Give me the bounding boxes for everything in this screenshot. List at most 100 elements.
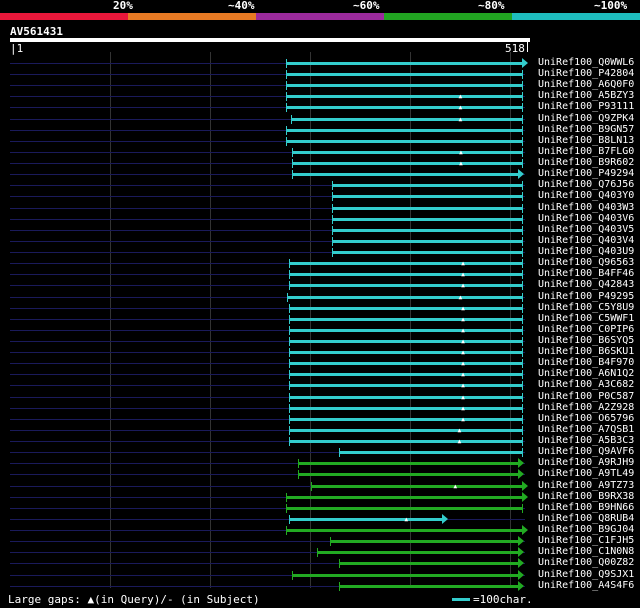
- uniref-id-link[interactable]: UniRef100_B4FF46: [538, 268, 634, 279]
- uniref-id-link[interactable]: UniRef100_O65796: [538, 413, 634, 424]
- uniref-id-link[interactable]: UniRef100_Q8RUB4: [538, 513, 634, 524]
- uniref-id-link[interactable]: UniRef100_B9R602: [538, 157, 634, 168]
- uniref-id-link[interactable]: UniRef100_C1FJH5: [538, 535, 634, 546]
- alignment-bar[interactable]: [289, 328, 523, 332]
- ruler-end-label: 518: [505, 42, 525, 55]
- uniref-id-link[interactable]: UniRef100_B8LN13: [538, 135, 634, 146]
- uniref-id-link[interactable]: UniRef100_Q403Y0: [538, 190, 634, 201]
- alignment-bar[interactable]: [291, 162, 523, 166]
- uniref-id-link[interactable]: UniRef100_A7QSB1: [538, 424, 634, 435]
- alignment-bar[interactable]: [289, 284, 523, 288]
- alignment-bar[interactable]: [298, 473, 519, 477]
- uniref-id-link[interactable]: UniRef100_B6SKU1: [538, 346, 634, 357]
- uniref-id-link[interactable]: UniRef100_P49295: [538, 291, 634, 302]
- uniref-id-link[interactable]: UniRef100_C5Y8U9: [538, 302, 634, 313]
- uniref-id-link[interactable]: UniRef100_A9TL49: [538, 468, 634, 479]
- uniref-id-link[interactable]: UniRef100_Q42843: [538, 279, 634, 290]
- uniref-id-link[interactable]: UniRef100_A9RJH9: [538, 457, 634, 468]
- alignment-bar[interactable]: [286, 529, 523, 533]
- uniref-id-link[interactable]: UniRef100_Q0WWL6: [538, 57, 634, 68]
- alignment-bar[interactable]: [289, 517, 442, 521]
- uniref-id-link[interactable]: UniRef100_Q403W3: [538, 202, 634, 213]
- uniref-id-link[interactable]: UniRef100_A6Q0F0: [538, 79, 634, 90]
- alignment-bar[interactable]: [289, 406, 523, 410]
- uniref-id-link[interactable]: UniRef100_B7FLG0: [538, 146, 634, 157]
- alignment-bar[interactable]: [330, 540, 519, 544]
- alignment-start-tick: [289, 281, 291, 291]
- alignment-bar[interactable]: [289, 417, 523, 421]
- alignment-bar[interactable]: [339, 562, 519, 566]
- uniref-id-link[interactable]: UniRef100_P42804: [538, 68, 634, 79]
- uniref-id-link[interactable]: UniRef100_A4S4F6: [538, 580, 634, 591]
- uniref-id-link[interactable]: UniRef100_C0PIP6: [538, 324, 634, 335]
- uniref-id-link[interactable]: UniRef100_B4F970: [538, 357, 634, 368]
- uniref-id-link[interactable]: UniRef100_Q9SJX1: [538, 569, 634, 580]
- uniref-id-link[interactable]: UniRef100_Q9AVF6: [538, 446, 634, 457]
- uniref-id-link[interactable]: UniRef100_B9RX38: [538, 491, 634, 502]
- alignment-bar[interactable]: [331, 184, 523, 188]
- uniref-id-link[interactable]: UniRef100_B9HN66: [538, 502, 634, 513]
- uniref-id-link[interactable]: UniRef100_Q403U9: [538, 246, 634, 257]
- uniref-id-link[interactable]: UniRef100_Q403V5: [538, 224, 634, 235]
- uniref-id-link[interactable]: UniRef100_Q9ZPK4: [538, 113, 634, 124]
- alignment-bar[interactable]: [289, 428, 523, 432]
- uniref-id-link[interactable]: UniRef100_A3C682: [538, 379, 634, 390]
- alignment-bar[interactable]: [286, 84, 523, 88]
- uniref-id-link[interactable]: UniRef100_B6SYQ5: [538, 335, 634, 346]
- alignment-bar[interactable]: [298, 462, 519, 466]
- alignment-bar[interactable]: [331, 239, 523, 243]
- alignment-bar[interactable]: [331, 217, 523, 221]
- alignment-bar[interactable]: [292, 573, 519, 577]
- alignment-bar[interactable]: [290, 117, 523, 121]
- uniref-id-link[interactable]: UniRef100_Q403V6: [538, 213, 634, 224]
- alignment-bar[interactable]: [289, 373, 523, 377]
- alignment-bar[interactable]: [286, 139, 523, 143]
- alignment-bar[interactable]: [331, 195, 523, 199]
- alignment-bar[interactable]: [286, 73, 523, 77]
- alignment-bar[interactable]: [291, 150, 523, 154]
- alignment-bar[interactable]: [338, 451, 523, 455]
- uniref-id-link[interactable]: UniRef100_Q76J56: [538, 179, 634, 190]
- alignment-bar[interactable]: [331, 251, 523, 255]
- uniref-id-link[interactable]: UniRef100_Q00Z82: [538, 557, 634, 568]
- alignment-bar[interactable]: [291, 173, 519, 177]
- uniref-id-link[interactable]: UniRef100_Q96563: [538, 257, 634, 268]
- uniref-id-link[interactable]: UniRef100_P0C587: [538, 391, 634, 402]
- alignment-bar[interactable]: [286, 95, 523, 99]
- uniref-id-link[interactable]: UniRef100_A6N1Q2: [538, 368, 634, 379]
- alignment-bar[interactable]: [286, 62, 523, 65]
- alignment-bar[interactable]: [286, 495, 523, 499]
- alignment-bar[interactable]: [331, 206, 523, 210]
- uniref-id-link[interactable]: UniRef100_A5BZY3: [538, 90, 634, 101]
- alignment-bar[interactable]: [338, 584, 519, 588]
- uniref-id-link[interactable]: UniRef100_C1N0N8: [538, 546, 634, 557]
- uniref-id-link[interactable]: UniRef100_B9GN57: [538, 124, 634, 135]
- uniref-id-link[interactable]: UniRef100_A2Z928: [538, 402, 634, 413]
- alignment-bar[interactable]: [286, 106, 523, 110]
- alignment-start-tick: [338, 448, 340, 458]
- uniref-id-link[interactable]: UniRef100_C5WWF1: [538, 313, 634, 324]
- alignment-bar[interactable]: [331, 228, 523, 232]
- alignment-bar[interactable]: [289, 440, 523, 444]
- alignment-bar[interactable]: [289, 384, 523, 388]
- alignment-bar[interactable]: [289, 306, 523, 310]
- uniref-id-link[interactable]: UniRef100_Q403V4: [538, 235, 634, 246]
- uniref-id-link[interactable]: UniRef100_P49294: [538, 168, 634, 179]
- uniref-id-link[interactable]: UniRef100_P93111: [538, 101, 634, 112]
- alignment-bar[interactable]: [289, 340, 523, 343]
- alignment-bar[interactable]: [289, 351, 523, 355]
- uniref-id-link[interactable]: UniRef100_A9TZ73: [538, 480, 634, 491]
- alignment-bar[interactable]: [289, 262, 523, 266]
- alignment-row[interactable]: UniRef100_A4S4F6: [0, 580, 640, 592]
- uniref-id-link[interactable]: UniRef100_B9GJ04: [538, 524, 634, 535]
- alignment-bar[interactable]: [289, 273, 523, 277]
- alignment-bar[interactable]: [289, 362, 523, 366]
- alignment-bar[interactable]: [289, 395, 523, 399]
- alignment-bar[interactable]: [316, 551, 519, 555]
- alignment-bar[interactable]: [289, 317, 523, 321]
- alignment-bar[interactable]: [287, 295, 523, 299]
- alignment-bar[interactable]: [286, 128, 523, 132]
- uniref-id-link[interactable]: UniRef100_A5B3C3: [538, 435, 634, 446]
- alignment-bar[interactable]: [286, 506, 523, 510]
- alignment-bar[interactable]: [310, 484, 523, 488]
